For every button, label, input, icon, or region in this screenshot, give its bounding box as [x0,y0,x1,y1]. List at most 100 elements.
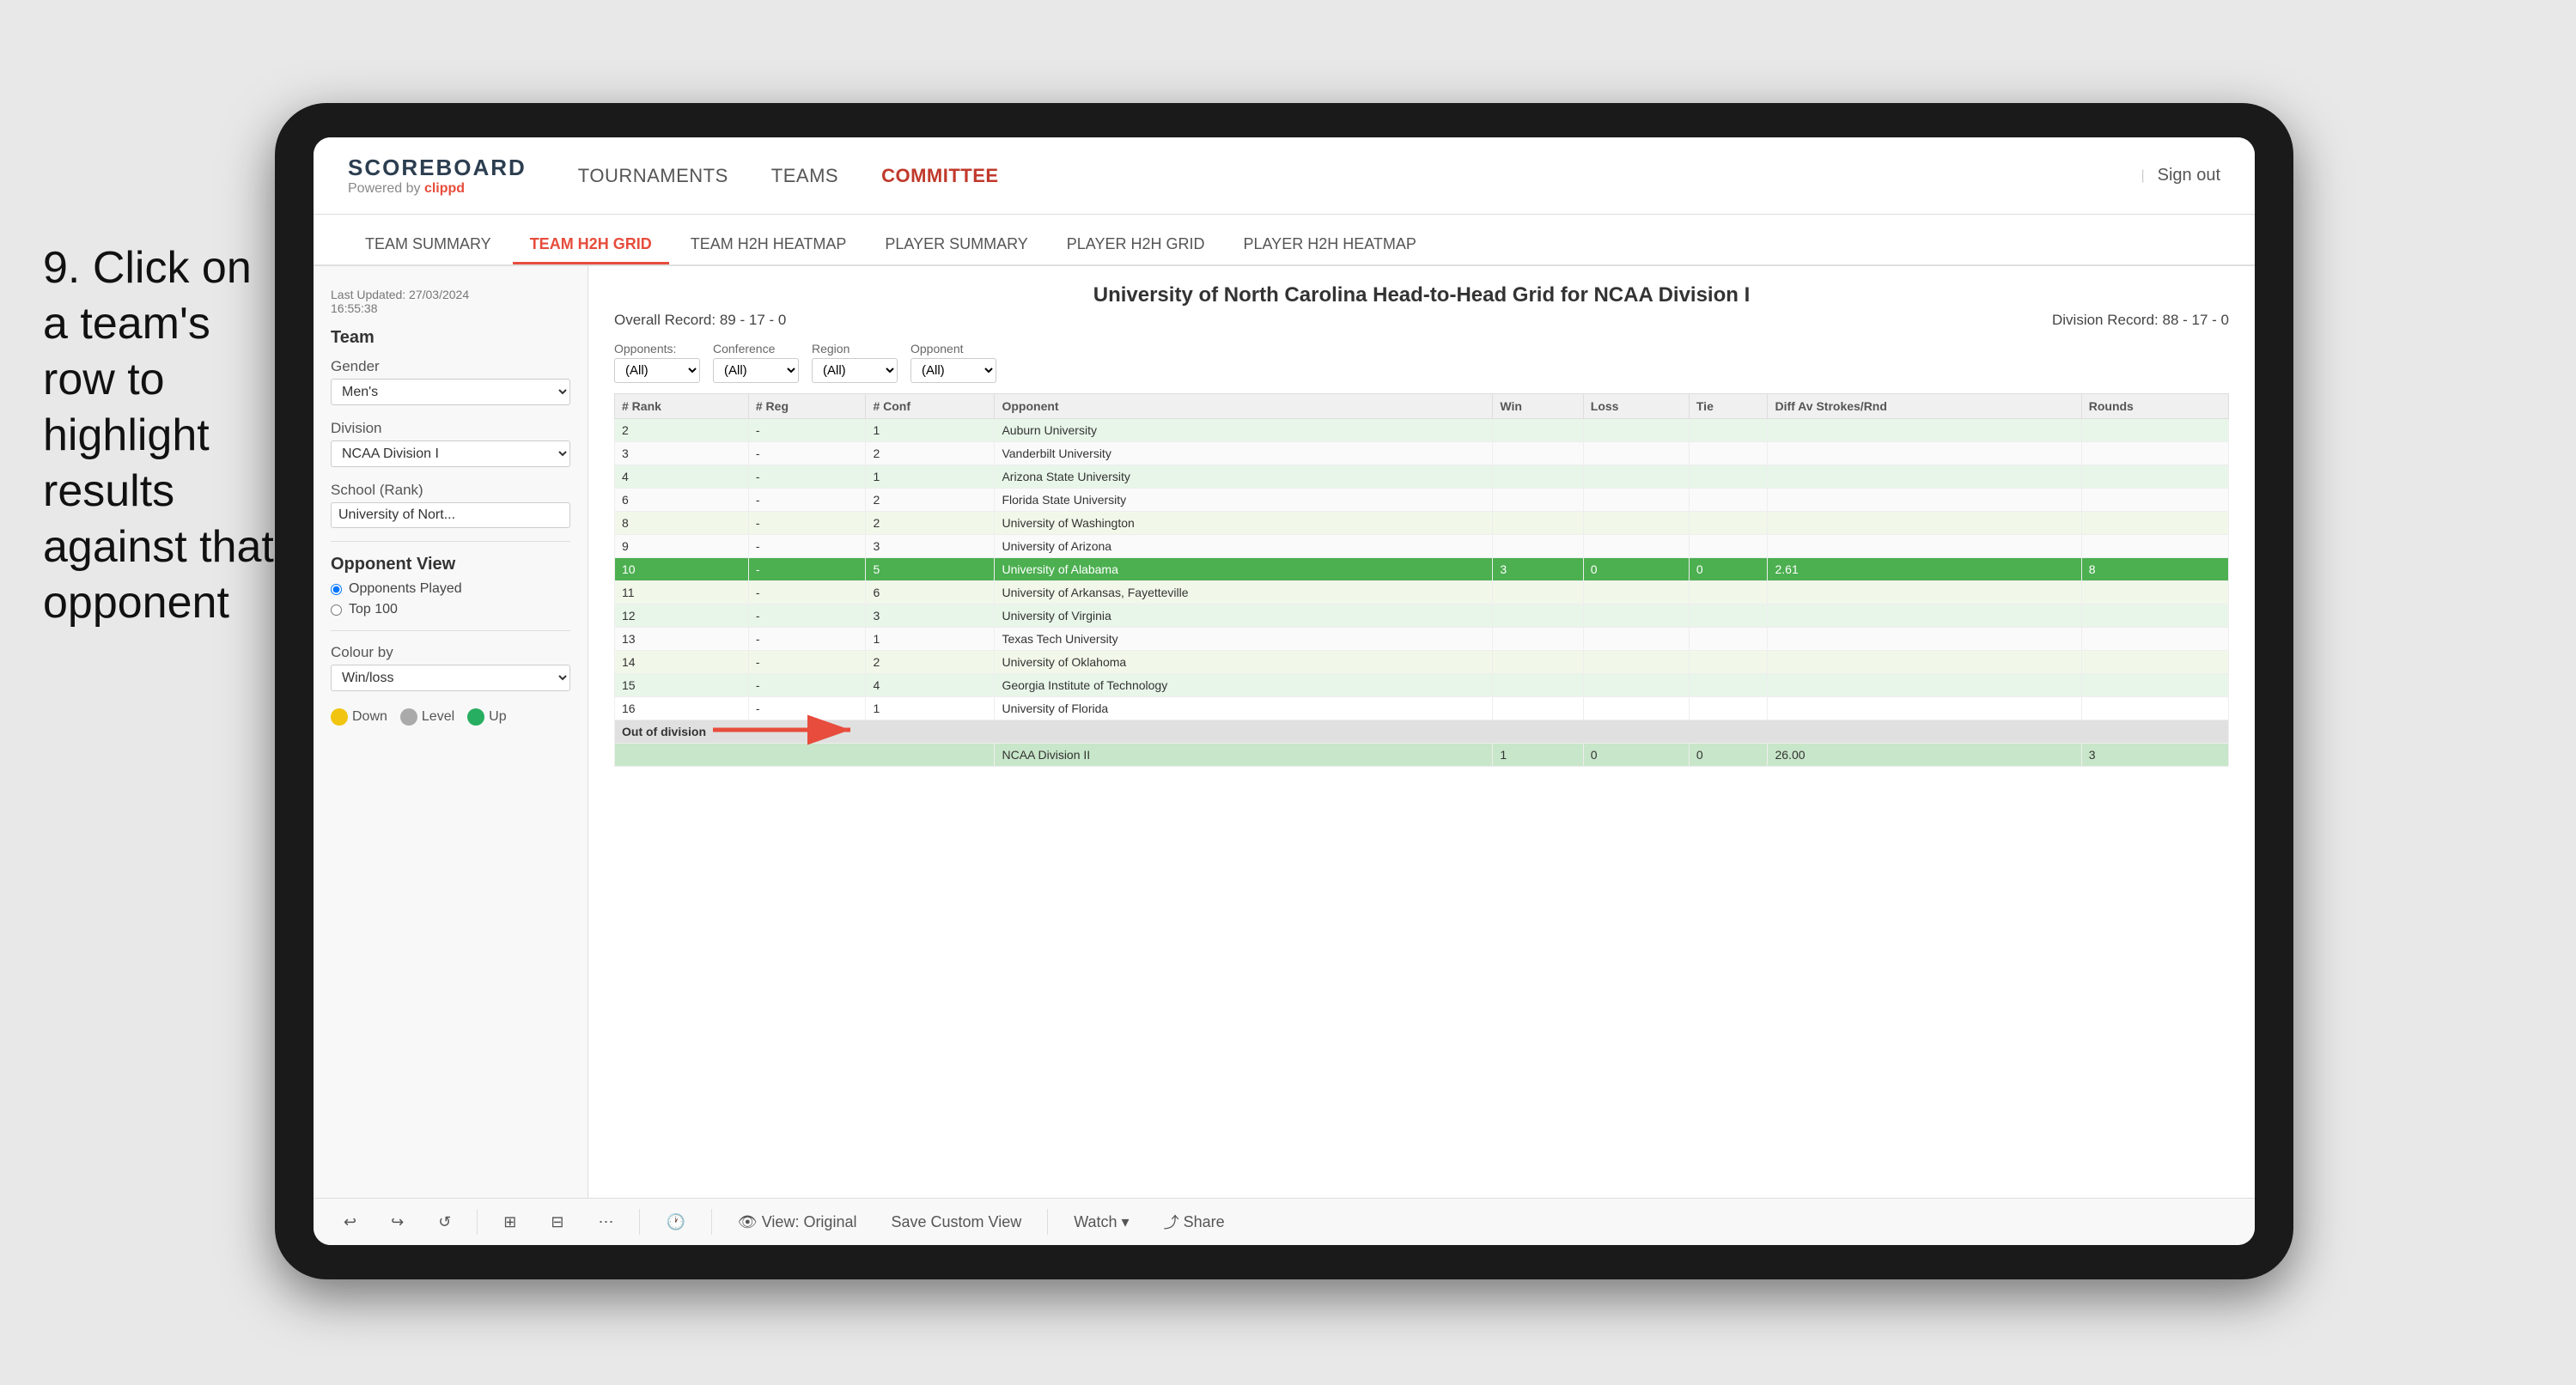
cell-tie [1689,419,1768,442]
sub-nav-player-h2h-grid[interactable]: PLAYER H2H GRID [1050,227,1222,264]
cell-win [1493,419,1583,442]
col-opponent: Opponent [995,394,1493,419]
table-row[interactable]: 14-2 University of Oklahoma [615,651,2229,674]
radio-opponents-played[interactable]: Opponents Played [331,581,570,597]
overall-record: Overall Record: 89 - 17 - 0 [614,312,786,329]
toolbar-divider-1 [477,1209,478,1235]
col-loss: Loss [1583,394,1689,419]
sub-nav-team-h2h-grid[interactable]: TEAM H2H GRID [513,227,669,264]
opponents-label: Opponents: [614,342,700,355]
school-input[interactable] [331,502,570,528]
out-of-division-header: Out of division [615,720,2229,744]
col-conf: # Conf [866,394,995,419]
sidebar: Last Updated: 27/03/2024 16:55:38 Team G… [314,266,588,1198]
nav-divider: | [2141,168,2144,184]
table-row[interactable]: 3-2 Vanderbilt University [615,442,2229,465]
sub-nav-player-summary[interactable]: PLAYER SUMMARY [868,227,1044,264]
view-original-button[interactable]: 👁 View: Original [729,1209,866,1236]
table-row[interactable]: 4-1 Arizona State University [615,465,2229,489]
division-select[interactable]: NCAA Division I NCAA Division II NCAA Di… [331,440,570,467]
cell-conf: 1 [866,419,995,442]
sub-nav-team-h2h-heatmap[interactable]: TEAM H2H HEATMAP [673,227,864,264]
table-row[interactable]: 16-1 University of Florida [615,697,2229,720]
table-header-row: # Rank # Reg # Conf Opponent Win Loss Ti… [615,394,2229,419]
cell-rounds [2081,419,2228,442]
toolbar-divider-2 [639,1209,640,1235]
col-rank: # Rank [615,394,749,419]
gender-label: Gender [331,358,570,375]
table-row[interactable]: 2 - 1 Auburn University [615,419,2229,442]
main-content: Last Updated: 27/03/2024 16:55:38 Team G… [314,266,2255,1198]
table-row[interactable]: 13-1 Texas Tech University [615,628,2229,651]
legend-dot-level [400,708,417,726]
region-select[interactable]: (All) [812,358,898,383]
clock-button[interactable]: 🕐 [657,1209,693,1236]
division-label: Division [331,420,570,437]
paste-button[interactable]: ⊟ [542,1209,572,1236]
table-row-highlighted[interactable]: 10-5 University of Alabama 3002.618 [615,558,2229,581]
redo-button[interactable]: ↪ [382,1209,412,1236]
history-button[interactable]: ↺ [429,1209,460,1236]
save-custom-button[interactable]: Save Custom View [882,1209,1030,1236]
instruction-text: 9. Click on a team's row to highlight re… [43,240,283,631]
nav-teams[interactable]: TEAMS [771,161,838,191]
filter-region: Region (All) [812,342,898,383]
sidebar-divider-2 [331,630,570,631]
col-reg: # Reg [748,394,866,419]
sign-out-button[interactable]: Sign out [2158,166,2220,185]
conference-label: Conference [713,342,799,355]
sub-nav-team-summary[interactable]: TEAM SUMMARY [348,227,509,264]
main-nav: TOURNAMENTS TEAMS COMMITTEE [578,161,2141,191]
logo-title: SCOREBOARD [348,155,527,181]
opponent-view-title: Opponent View [331,555,570,574]
opponent-view-radio-group: Opponents Played Top 100 [331,581,570,617]
cell-loss [1583,419,1689,442]
h2h-content: University of North Carolina Head-to-Hea… [588,266,2255,1198]
gender-select[interactable]: Men's Women's [331,379,570,405]
colour-by-select[interactable]: Win/loss Strokes [331,665,570,691]
table-row[interactable]: 11-6 University of Arkansas, Fayettevill… [615,581,2229,604]
table-row[interactable]: 15-4 Georgia Institute of Technology [615,674,2229,697]
h2h-table: # Rank # Reg # Conf Opponent Win Loss Ti… [614,393,2229,767]
h2h-records: Overall Record: 89 - 17 - 0 Division Rec… [614,312,2229,329]
nav-tournaments[interactable]: TOURNAMENTS [578,161,728,191]
toolbar-divider-4 [1047,1209,1048,1235]
table-row[interactable]: 9-3 University of Arizona [615,535,2229,558]
filter-conference: Conference (All) [713,342,799,383]
toolbar-divider-3 [711,1209,712,1235]
conference-select[interactable]: (All) [713,358,799,383]
col-tie: Tie [1689,394,1768,419]
watch-button[interactable]: Watch ▾ [1065,1209,1137,1236]
division-record: Division Record: 88 - 17 - 0 [2052,312,2229,329]
top-nav: SCOREBOARD Powered by clippd TOURNAMENTS… [314,137,2255,215]
logo-area: SCOREBOARD Powered by clippd [348,155,527,197]
filter-opponents: Opponents: (All) [614,342,700,383]
radio-top100[interactable]: Top 100 [331,602,570,617]
cell-opponent: Auburn University [995,419,1493,442]
legend-dot-down [331,708,348,726]
sub-nav-player-h2h-heatmap[interactable]: PLAYER H2H HEATMAP [1227,227,1434,264]
cell-reg: - [748,419,866,442]
col-win: Win [1493,394,1583,419]
copy-button[interactable]: ⊞ [495,1209,525,1236]
more-button[interactable]: ⋯ [589,1209,622,1236]
tablet-screen: SCOREBOARD Powered by clippd TOURNAMENTS… [314,137,2255,1245]
undo-button[interactable]: ↩ [335,1209,365,1236]
legend-level: Level [400,708,454,726]
table-row[interactable]: 12-3 University of Virginia [615,604,2229,628]
legend-up: Up [467,708,506,726]
h2h-title: University of North Carolina Head-to-Hea… [614,283,2229,307]
table-row[interactable]: 8-2 University of Washington [615,512,2229,535]
legend-down: Down [331,708,387,726]
opponents-select[interactable]: (All) [614,358,700,383]
cell-rank: 2 [615,419,749,442]
table-row[interactable]: 6-2 Florida State University [615,489,2229,512]
filter-row: Opponents: (All) Conference (All) Region [614,342,2229,383]
nav-committee[interactable]: COMMITTEE [881,161,999,191]
sub-nav: TEAM SUMMARY TEAM H2H GRID TEAM H2H HEAT… [314,215,2255,266]
share-icon: ⤴ [1164,1211,1179,1233]
tablet-frame: SCOREBOARD Powered by clippd TOURNAMENTS… [275,103,2293,1279]
share-button[interactable]: ⤴ Share [1155,1206,1233,1237]
opponent-select[interactable]: (All) [910,358,996,383]
out-of-division-row[interactable]: NCAA Division II 1 0 0 26.00 3 [615,744,2229,767]
